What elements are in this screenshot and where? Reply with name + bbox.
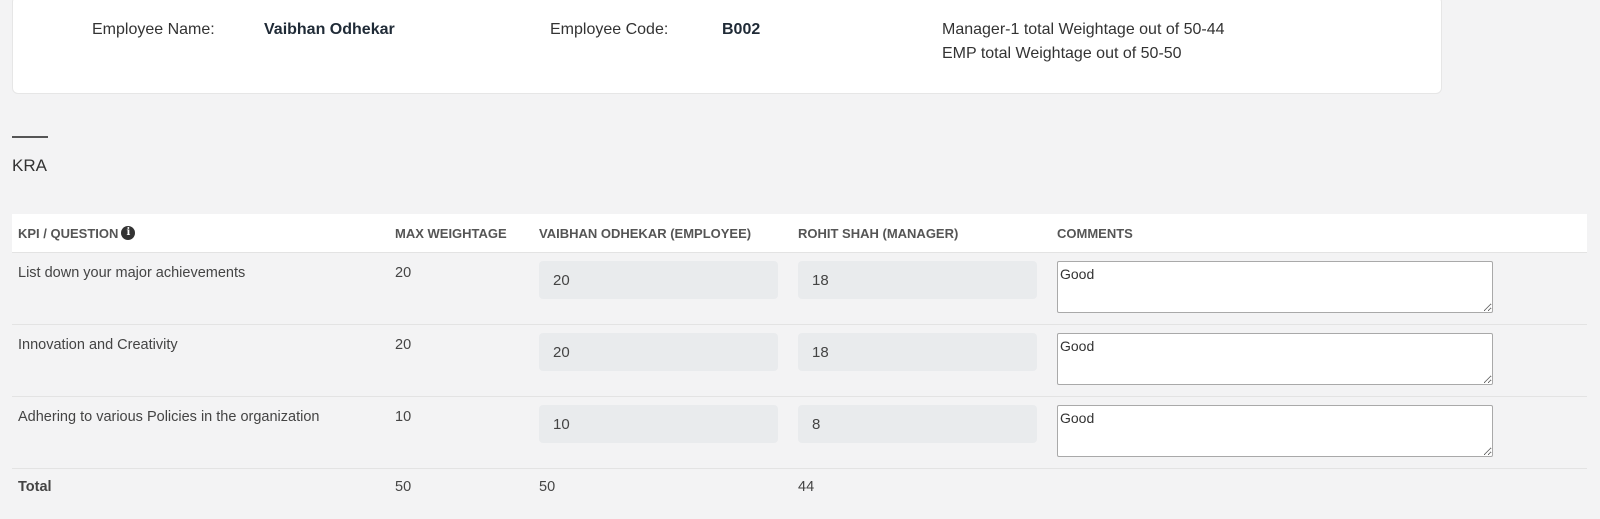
table-header-row: KPI / QUESTIONi MAX WEIGHTAGE VAIBHAN OD…	[12, 214, 1587, 253]
employee-score-input[interactable]	[539, 405, 778, 443]
employee-name-label: Employee Name:	[92, 21, 215, 39]
header-manager: ROHIT SHAH (MANAGER)	[792, 214, 1051, 253]
header-comments: COMMENTS	[1051, 214, 1587, 253]
section-title: KRA	[12, 156, 47, 176]
header-employee: VAIBHAN ODHEKAR (EMPLOYEE)	[533, 214, 792, 253]
total-manager: 44	[792, 469, 1051, 519]
section-divider	[12, 136, 48, 138]
table-row: Innovation and Creativity 20 Good	[12, 325, 1587, 397]
kra-table: KPI / QUESTIONi MAX WEIGHTAGE VAIBHAN OD…	[12, 214, 1587, 519]
comment-textarea[interactable]: Good	[1057, 333, 1493, 385]
comment-textarea[interactable]: Good	[1057, 261, 1493, 313]
info-icon[interactable]: i	[121, 226, 135, 240]
manager-score-input[interactable]	[798, 405, 1037, 443]
header-max-weightage: MAX WEIGHTAGE	[389, 214, 533, 253]
total-employee: 50	[533, 469, 792, 519]
manager-score-input[interactable]	[798, 333, 1037, 371]
total-label: Total	[12, 469, 389, 519]
employee-weightage-text: EMP total Weightage out of 50-50	[942, 45, 1182, 63]
employee-score-input[interactable]	[539, 261, 778, 299]
employee-info-card: Employee Name: Vaibhan Odhekar Employee …	[12, 0, 1442, 94]
manager-score-input[interactable]	[798, 261, 1037, 299]
total-max: 50	[389, 469, 533, 519]
kpi-question: Adhering to various Policies in the orga…	[12, 397, 389, 469]
max-weightage: 10	[389, 397, 533, 469]
max-weightage: 20	[389, 325, 533, 397]
employee-name-value: Vaibhan Odhekar	[264, 21, 395, 39]
employee-code-value: B002	[722, 21, 760, 39]
employee-score-input[interactable]	[539, 333, 778, 371]
total-row: Total 50 50 44	[12, 469, 1587, 519]
manager-weightage-text: Manager-1 total Weightage out of 50-44	[942, 21, 1225, 39]
employee-code-label: Employee Code:	[550, 21, 668, 39]
header-kpi: KPI / QUESTIONi	[12, 214, 389, 253]
table-row: Adhering to various Policies in the orga…	[12, 397, 1587, 469]
kpi-question: Innovation and Creativity	[12, 325, 389, 397]
table-row: List down your major achievements 20 Goo…	[12, 253, 1587, 325]
max-weightage: 20	[389, 253, 533, 325]
kpi-question: List down your major achievements	[12, 253, 389, 325]
comment-textarea[interactable]: Good	[1057, 405, 1493, 457]
